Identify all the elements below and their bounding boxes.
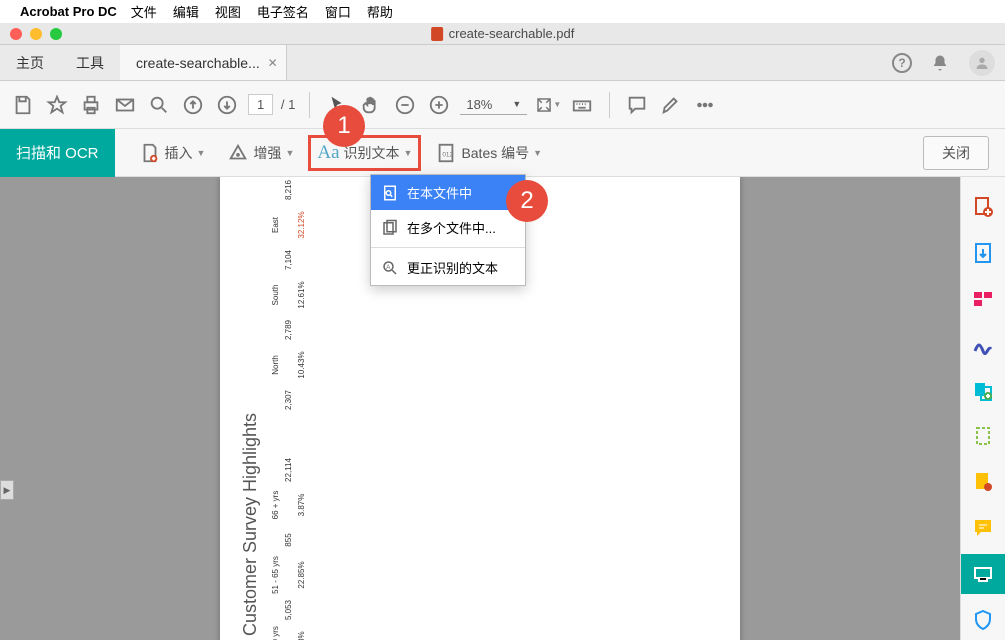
- close-button[interactable]: 关闭: [923, 136, 989, 170]
- rp-sign-icon[interactable]: [961, 325, 1005, 365]
- dropdown-multiple-files[interactable]: 在多个文件中...: [371, 210, 525, 245]
- save-icon[interactable]: [10, 92, 36, 118]
- page-current[interactable]: 1: [248, 94, 273, 115]
- scan-ocr-label: 扫描和 OCR: [0, 129, 115, 177]
- annotation-2: 2: [506, 180, 548, 222]
- notifications-icon[interactable]: [929, 52, 951, 74]
- tab-home[interactable]: 主页: [0, 45, 60, 80]
- rp-scan-ocr-icon[interactable]: [961, 554, 1005, 594]
- menu-file[interactable]: 文件: [131, 2, 157, 21]
- fit-icon[interactable]: ▼: [535, 92, 561, 118]
- svg-text:012: 012: [443, 151, 454, 158]
- scan-toolbar: 扫描和 OCR 插入▼ 增强▼ Aa 识别文本▼ 012 Bates 编号▼ 关…: [0, 129, 1005, 177]
- macos-menubar: Acrobat Pro DC 文件 编辑 视图 电子签名 窗口 帮助: [0, 0, 1005, 23]
- menu-esign[interactable]: 电子签名: [257, 2, 309, 21]
- window-titlebar: create-searchable.pdf: [0, 23, 1005, 45]
- minimize-window-icon[interactable]: [30, 28, 42, 40]
- maximize-window-icon[interactable]: [50, 28, 62, 40]
- rp-combine-icon[interactable]: [961, 371, 1005, 411]
- pdf-icon: [431, 27, 443, 41]
- rp-organize-icon[interactable]: [961, 279, 1005, 319]
- tab-tools[interactable]: 工具: [60, 45, 120, 80]
- menu-edit[interactable]: 编辑: [173, 2, 199, 21]
- zoom-select[interactable]: 18%▼: [460, 95, 527, 115]
- rp-create-pdf-icon[interactable]: [961, 187, 1005, 227]
- star-icon[interactable]: [44, 92, 70, 118]
- page-indicator: 1 / 1: [248, 97, 295, 112]
- side-panel-handle[interactable]: ▶: [0, 480, 14, 500]
- rp-measure-icon[interactable]: [961, 417, 1005, 457]
- dropdown-correct-text[interactable]: A 更正识别的文本: [371, 250, 525, 285]
- zoom-in-icon[interactable]: [426, 92, 452, 118]
- annotation-1: 1: [323, 105, 365, 147]
- svg-text:A: A: [386, 264, 390, 270]
- more-icon[interactable]: [692, 92, 718, 118]
- comment-icon[interactable]: [624, 92, 650, 118]
- main-toolbar: 1 / 1 18%▼ ▼: [0, 81, 1005, 129]
- window-title: create-searchable.pdf: [449, 26, 575, 41]
- tabs-row: 主页 工具 create-searchable... ✕ ?: [0, 45, 1005, 81]
- menu-window[interactable]: 窗口: [325, 2, 351, 21]
- zoom-out-icon[interactable]: [392, 92, 418, 118]
- menu-view[interactable]: 视图: [215, 2, 241, 21]
- doc-title: 2014 Customer Survey Highlights: [240, 413, 261, 640]
- hand-icon[interactable]: [358, 92, 384, 118]
- rp-protect-icon[interactable]: [961, 600, 1005, 640]
- menu-help[interactable]: 帮助: [367, 2, 393, 21]
- page-down-icon[interactable]: [214, 92, 240, 118]
- insert-button[interactable]: 插入▼: [131, 137, 214, 169]
- search-icon[interactable]: [146, 92, 172, 118]
- mail-icon[interactable]: [112, 92, 138, 118]
- close-window-icon[interactable]: [10, 28, 22, 40]
- help-icon[interactable]: ?: [891, 52, 913, 74]
- rp-stamp-icon[interactable]: [961, 462, 1005, 502]
- print-icon[interactable]: [78, 92, 104, 118]
- recognize-dropdown: 在本文件中 在多个文件中... A 更正识别的文本: [370, 174, 526, 286]
- highlight-icon[interactable]: [658, 92, 684, 118]
- rp-note-icon[interactable]: [961, 508, 1005, 548]
- dropdown-in-this-file[interactable]: 在本文件中: [371, 175, 525, 210]
- page-total: 1: [288, 97, 295, 112]
- rp-export-icon[interactable]: [961, 233, 1005, 273]
- tab-file[interactable]: create-searchable... ✕: [120, 45, 287, 80]
- account-avatar[interactable]: [969, 50, 995, 76]
- page-up-icon[interactable]: [180, 92, 206, 118]
- enhance-button[interactable]: 增强▼: [219, 137, 302, 169]
- bates-button[interactable]: 012 Bates 编号▼: [427, 137, 550, 169]
- recognize-text-button[interactable]: Aa 识别文本▼: [308, 135, 421, 171]
- app-name[interactable]: Acrobat Pro DC: [20, 4, 117, 19]
- tab-file-label: create-searchable...: [136, 55, 260, 71]
- keyboard-icon[interactable]: [569, 92, 595, 118]
- right-tools-panel: [960, 177, 1005, 640]
- tab-close-icon[interactable]: ✕: [268, 56, 278, 70]
